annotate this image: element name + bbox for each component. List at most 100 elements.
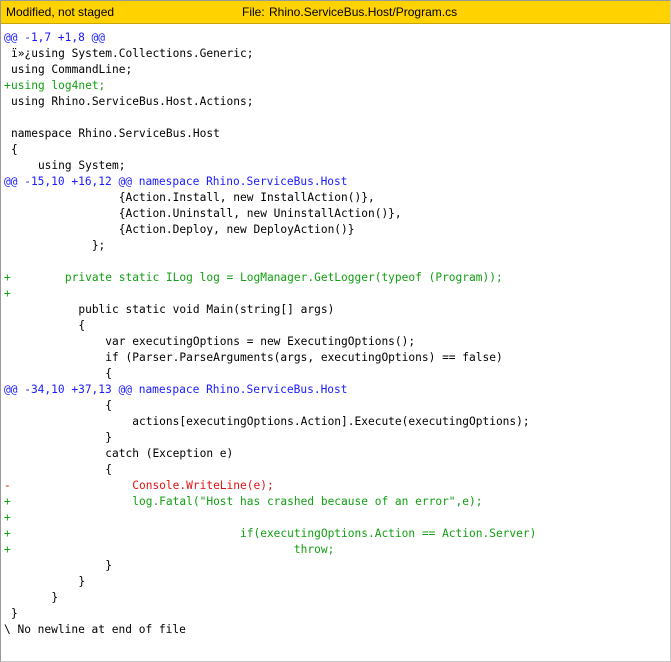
code-text: throw; [11, 543, 335, 556]
code-text: \ No newline at end of file [4, 623, 186, 636]
file-label: File: [242, 5, 265, 19]
code-text: {Action.Install, new InstallAction()}, [11, 191, 375, 204]
file-status-bar: Modified, not staged File: Rhino.Service… [1, 1, 670, 24]
diff-prefix [4, 110, 11, 126]
diff-prefix [4, 334, 11, 350]
context-line: namespace Rhino.ServiceBus.Host [4, 126, 668, 142]
diff-prefix [4, 446, 11, 462]
code-text: catch (Exception e) [11, 447, 234, 460]
diff-prefix: + [4, 511, 11, 524]
added-line: + log.Fatal("Host has crashed because of… [4, 494, 668, 510]
code-text: using System; [11, 159, 126, 172]
diff-prefix [4, 366, 11, 382]
diff-prefix: + [4, 79, 11, 92]
code-text: }; [11, 239, 106, 252]
removed-line: - Console.WriteLine(e); [4, 478, 668, 494]
context-line: public static void Main(string[] args) [4, 302, 668, 318]
diff-prefix: + [4, 271, 11, 284]
context-line: { [4, 142, 668, 158]
context-line: } [4, 574, 668, 590]
file-path[interactable]: Rhino.ServiceBus.Host/Program.cs [269, 5, 457, 19]
code-text: {Action.Deploy, new DeployAction()} [11, 223, 355, 236]
code-text: Console.WriteLine(e); [11, 479, 274, 492]
code-text: var executingOptions = new ExecutingOpti… [11, 335, 416, 348]
context-line: { [4, 318, 668, 334]
diff-prefix [4, 462, 11, 478]
diff-prefix [4, 46, 11, 62]
hunk-header: @@ -15,10 +16,12 @@ namespace Rhino.Serv… [4, 174, 668, 190]
diff-prefix [4, 254, 11, 270]
added-line: + if(executingOptions.Action == Action.S… [4, 526, 668, 542]
diff-prefix [4, 94, 11, 110]
code-text: private static ILog log = LogManager.Get… [11, 271, 503, 284]
code-text: using log4net; [11, 79, 106, 92]
code-text: {Action.Uninstall, new UninstallAction()… [11, 207, 402, 220]
diff-prefix [4, 158, 11, 174]
context-line: \ No newline at end of file [4, 622, 668, 638]
code-text: log.Fatal("Host has crashed because of a… [11, 495, 483, 508]
code-text: if (Parser.ParseArguments(args, executin… [11, 351, 503, 364]
hunk-header: @@ -1,7 +1,8 @@ [4, 30, 668, 46]
added-line: + throw; [4, 542, 668, 558]
code-text: using CommandLine; [11, 63, 133, 76]
diff-prefix [4, 238, 11, 254]
code-text: } [11, 559, 113, 572]
added-line: + [4, 510, 668, 526]
context-line [4, 110, 668, 126]
code-text: actions[executingOptions.Action].Execute… [11, 415, 530, 428]
code-text: { [11, 143, 18, 156]
context-line: if (Parser.ParseArguments(args, executin… [4, 350, 668, 366]
context-line: using CommandLine; [4, 62, 668, 78]
diff-prefix: + [4, 543, 11, 556]
code-text: } [11, 591, 59, 604]
code-text: { [11, 399, 113, 412]
diff-prefix: + [4, 527, 11, 540]
context-line: }; [4, 238, 668, 254]
code-text: using Rhino.ServiceBus.Host.Actions; [11, 95, 254, 108]
hunk-header: @@ -34,10 +37,13 @@ namespace Rhino.Serv… [4, 382, 668, 398]
diff-prefix [4, 350, 11, 366]
context-line: catch (Exception e) [4, 446, 668, 462]
code-text: @@ -34,10 +37,13 @@ namespace Rhino.Serv… [4, 383, 348, 396]
context-line: ï»¿using System.Collections.Generic; [4, 46, 668, 62]
context-line: } [4, 590, 668, 606]
diff-prefix [4, 318, 11, 334]
diff-prefix [4, 606, 11, 622]
diff-prefix [4, 126, 11, 142]
context-line: using System; [4, 158, 668, 174]
context-line: { [4, 366, 668, 382]
diff-prefix [4, 574, 11, 590]
context-line: } [4, 558, 668, 574]
code-text: namespace Rhino.ServiceBus.Host [11, 127, 220, 140]
context-line: {Action.Deploy, new DeployAction()} [4, 222, 668, 238]
added-line: + [4, 286, 668, 302]
context-line [4, 254, 668, 270]
context-line: {Action.Uninstall, new UninstallAction()… [4, 206, 668, 222]
diff-prefix [4, 414, 11, 430]
diff-viewer: Modified, not staged File: Rhino.Service… [0, 0, 671, 662]
context-line: actions[executingOptions.Action].Execute… [4, 414, 668, 430]
code-text: if(executingOptions.Action == Action.Ser… [11, 527, 537, 540]
code-text: @@ -1,7 +1,8 @@ [4, 31, 106, 44]
diff-prefix [4, 398, 11, 414]
code-text: { [11, 463, 113, 476]
diff-prefix [4, 190, 11, 206]
context-line: using Rhino.ServiceBus.Host.Actions; [4, 94, 668, 110]
code-text: public static void Main(string[] args) [11, 303, 335, 316]
diff-prefix [4, 62, 11, 78]
code-text: } [11, 431, 113, 444]
diff-prefix [4, 558, 11, 574]
diff-prefix [4, 206, 11, 222]
code-text: } [11, 607, 18, 620]
code-text: ï»¿using System.Collections.Generic; [11, 47, 254, 60]
added-line: + private static ILog log = LogManager.G… [4, 270, 668, 286]
diff-prefix: - [4, 479, 11, 492]
code-text: { [11, 319, 86, 332]
diff-content[interactable]: @@ -1,7 +1,8 @@ ï»¿using System.Collecti… [4, 30, 668, 638]
diff-prefix [4, 302, 11, 318]
diff-prefix: + [4, 287, 11, 300]
added-line: +using log4net; [4, 78, 668, 94]
context-line: var executingOptions = new ExecutingOpti… [4, 334, 668, 350]
diff-prefix [4, 142, 11, 158]
context-line: { [4, 462, 668, 478]
